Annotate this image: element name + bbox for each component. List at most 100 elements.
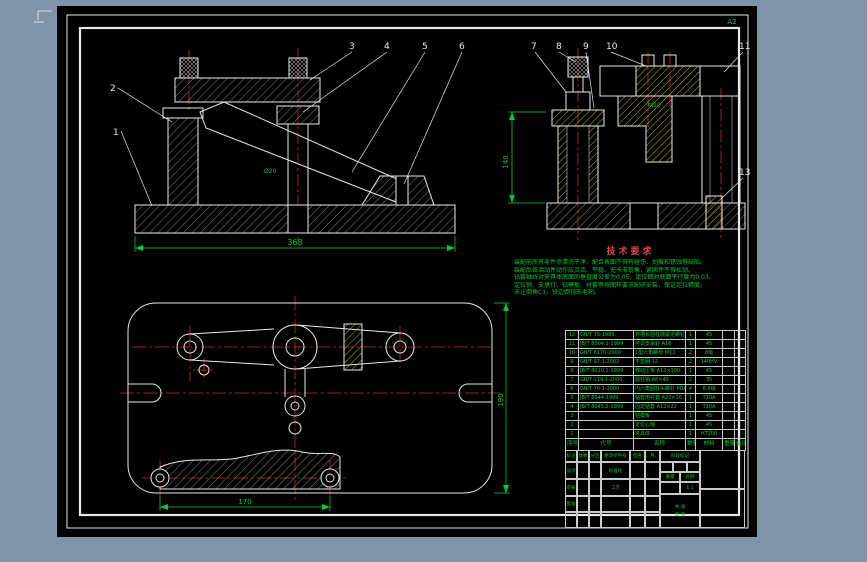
callout-10: 10: [606, 42, 618, 52]
bom-row: 4 JB/T 8045.2-1999 固定钻套 A12×22 1 T10A: [565, 402, 746, 412]
bom-row: 11 JB/T 8004.1-1999 可调支承钉 A16 1 45: [565, 339, 746, 349]
bom-cell: GB/T 119.1-2000: [578, 375, 634, 385]
drawing-number-cell: [700, 450, 745, 489]
bom-cell: 8: [565, 366, 579, 376]
bom-cell: 45: [695, 420, 723, 430]
bom-header-cell: 代号: [578, 438, 634, 451]
standardize-label: 标准化: [601, 462, 630, 479]
bom-cell: JB/T 8004.1-1999: [578, 339, 634, 349]
bom-cell: [722, 330, 735, 340]
tech-req-line: 未注倒角C1，锐边倒钝去毛刺。: [514, 289, 601, 297]
drawing-name-cell: [700, 489, 745, 528]
bom-cell: GB/T 75-1985: [578, 330, 634, 340]
bom-cell: 8.8级: [695, 384, 723, 394]
corner-marks: [34, 10, 52, 23]
bom-cell: JB/T 8045.2-1999: [578, 402, 634, 412]
bom-cell: [734, 366, 746, 376]
bom-cell: 5: [565, 393, 579, 403]
callout-4: 4: [384, 42, 390, 52]
bom-cell: 开槽长圆柱端紧定螺钉 M6×20: [633, 330, 686, 340]
bom-cell: [578, 420, 634, 430]
stage-mark-label: 阶段标记: [660, 450, 700, 462]
callout-11: 11: [739, 42, 750, 52]
bom-cell: 1: [685, 420, 696, 430]
bom-cell: 1: [685, 366, 696, 376]
bom-cell: [734, 330, 746, 340]
bom-cell: 1: [685, 393, 696, 403]
bom-row: 9 GB/T 97.1-2002 平垫圈 12 2 140HV: [565, 357, 746, 367]
front-width-dim: 368: [287, 238, 302, 247]
approve-label: 批准: [565, 496, 577, 512]
bom-cell: 9: [565, 357, 579, 367]
bom-header-cell: 材料: [695, 438, 723, 451]
bom-cell: [722, 393, 735, 403]
bom-cell: 内六角圆柱头螺钉 M10×30: [633, 384, 686, 394]
weight-label: 重量: [660, 472, 680, 482]
bom-cell: 2: [685, 375, 696, 385]
bom-cell: [734, 375, 746, 385]
bom-cell: 12: [565, 330, 579, 340]
bom-cell: 定位心轴: [633, 420, 686, 430]
callout-6: 6: [459, 42, 465, 52]
sheet-corner-label: A2: [727, 18, 736, 26]
bom-row: 6GB/T 70.1-2000内六角圆柱头螺钉 M10×3048.8级: [565, 384, 746, 394]
bom-cell: [722, 411, 735, 421]
callout-3: 3: [349, 42, 355, 52]
bom-cell: 45: [695, 411, 723, 421]
callout-7: 7: [531, 42, 537, 52]
bom-header-cell: 序号: [565, 438, 579, 451]
bom-cell: 1型六角螺母 M12: [633, 348, 686, 358]
bom-cell: HT200: [695, 429, 723, 439]
bom-cell: GB/T 6170-2000: [578, 348, 634, 358]
bom-row: 10 GB/T 6170-2000 1型六角螺母 M12 2 8级: [565, 348, 746, 358]
process-label: 工艺: [601, 479, 630, 496]
bom-cell: T10A: [695, 393, 723, 403]
bom-cell: GB/T 70.1-2000: [578, 384, 634, 394]
change-count-label: 处数: [577, 450, 589, 462]
bom-row: 8 JB/T 8010.1-1999 移动压板 A12×100 1 45: [565, 366, 746, 376]
bom-cell: 35: [695, 375, 723, 385]
bom-cell: [734, 429, 746, 439]
change-mark-label: 标记: [565, 450, 577, 462]
bom-header-cell: 名称: [633, 438, 686, 451]
bom-cell: [722, 348, 735, 358]
bom-cell: 140HV: [695, 357, 723, 367]
bom-cell: 2: [685, 357, 696, 367]
bom-cell: 45: [695, 330, 723, 340]
title-block-signature-area: 标记 处数 分区 更改文件号 签名 年、月、日 设计 标准化 审核 工艺 批准: [565, 450, 660, 528]
parts-list: 12GB/T 75-1985开槽长圆柱端紧定螺钉 M6×20145 11JB/T…: [565, 330, 746, 451]
front-bore-dim: Ø20: [264, 168, 277, 175]
bom-header-cell: 重量: [722, 438, 735, 451]
bom-cell: 夹具体: [633, 429, 686, 439]
bom-cell: [734, 357, 746, 367]
bom-cell: 10: [565, 348, 579, 358]
sheet-count-area: 共 张 第 张: [660, 494, 700, 528]
bom-cell: [734, 348, 746, 358]
change-zone-label: 分区: [589, 450, 601, 462]
bom-row: 1 夹具体 1 HT200: [565, 429, 746, 439]
change-sign-label: 签名: [630, 450, 645, 462]
bom-cell: T10A: [695, 402, 723, 412]
callout-13: 13: [739, 168, 750, 178]
bom-cell: 2: [565, 420, 579, 430]
callout-5: 5: [422, 42, 428, 52]
bom-cell: [578, 429, 634, 439]
weight-value: [660, 482, 680, 494]
side-thread-label: M10: [648, 102, 661, 109]
bom-cell: [734, 339, 746, 349]
bom-cell: 11: [565, 339, 579, 349]
bom-cell: 平垫圈 12: [633, 357, 686, 367]
change-docno-label: 更改文件号: [601, 450, 630, 462]
bom-cell: 1: [685, 411, 696, 421]
bom-cell: [722, 420, 735, 430]
bom-cell: [722, 339, 735, 349]
bom-cell: 钻模板: [633, 411, 686, 421]
callout-1: 1: [113, 128, 119, 138]
bom-cell: JB/T 8044-1999: [578, 393, 634, 403]
bom-cell: 4: [685, 384, 696, 394]
bom-cell: 7: [565, 375, 579, 385]
bom-cell: 移动压板 A12×100: [633, 366, 686, 376]
bom-cell: 3: [565, 411, 579, 421]
bom-cell: [722, 375, 735, 385]
title-block-stage-area: 阶段标记 重量 比例 1:1 共 张 第 张: [660, 450, 700, 528]
